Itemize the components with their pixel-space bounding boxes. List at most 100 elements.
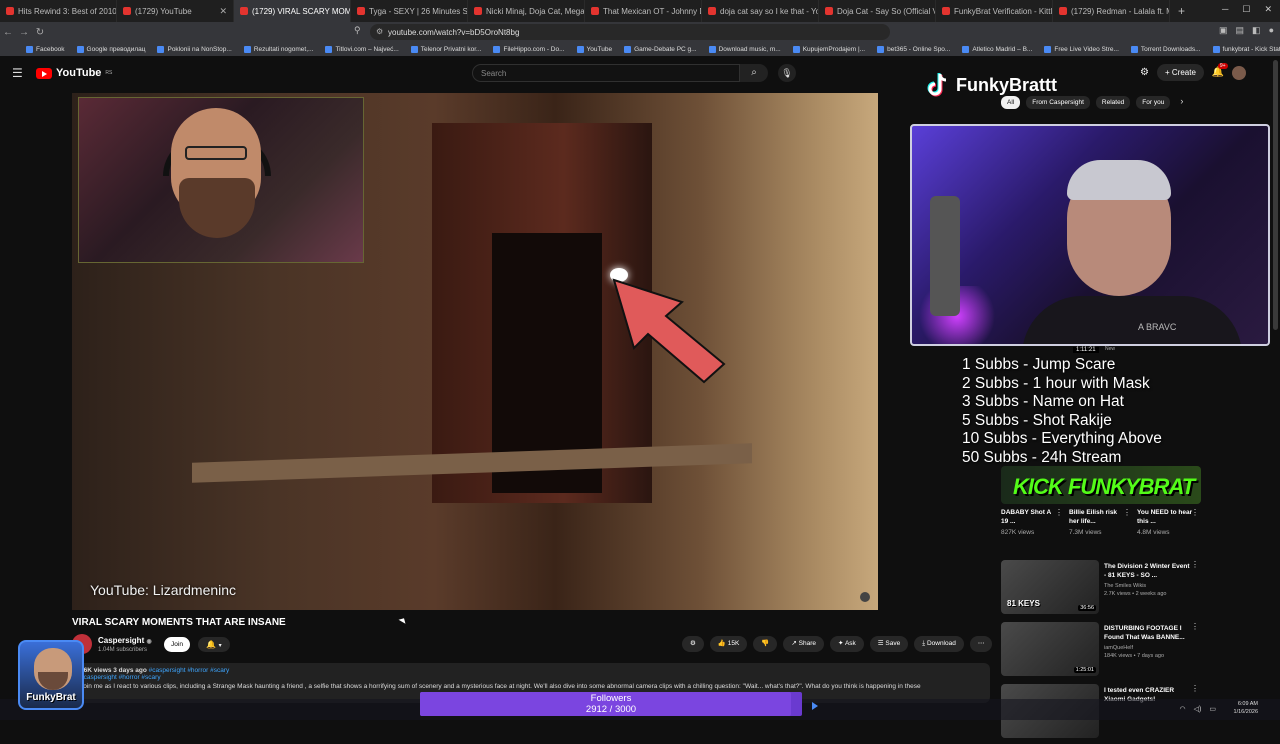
bookmark-item[interactable]: Facebook: [26, 45, 65, 53]
channel-name[interactable]: Caspersight ◉: [98, 636, 152, 645]
maximize-icon[interactable]: ☐: [1242, 4, 1250, 15]
funkybrat-badge: FunkyBrat: [18, 640, 84, 710]
like-button[interactable]: 👍 15K: [709, 636, 748, 652]
avatar[interactable]: [1232, 65, 1247, 80]
tab-title: FunkyBrat Verification - Kittl: [954, 6, 1053, 16]
more-options-icon[interactable]: ⋮: [1123, 508, 1131, 517]
hashtags[interactable]: #caspersight #horror #scary: [149, 667, 230, 674]
short-item[interactable]: You NEED to hear this ... 4.8M views ⋮: [1137, 508, 1199, 536]
bookmark-item[interactable]: Download music, m...: [708, 45, 781, 53]
followers-label: Followers: [590, 693, 632, 704]
bookmark-star-icon[interactable]: ⚲: [354, 25, 361, 36]
browser-tab[interactable]: FunkyBrat Verification - Kittl✕: [936, 0, 1053, 22]
bookmark-label: Telenor Privatni kor...: [420, 45, 482, 53]
search-input[interactable]: Search: [472, 64, 740, 82]
video-actions: ⚙ 👍 15K 👎 ↗ Share ✦ Ask ☰ Save ⤓ Downloa…: [682, 636, 993, 652]
ask-button[interactable]: ✦ Ask: [830, 636, 864, 652]
join-button[interactable]: Join: [164, 637, 190, 652]
recommended-video[interactable]: 1:25:01 DISTURBING FOOTAGE I Found That W…: [1001, 620, 1201, 682]
video-watermark: YouTube: Lizardmeninc: [90, 582, 237, 598]
tab-favicon-icon: [591, 7, 599, 15]
video-player[interactable]: YouTube: Lizardmeninc: [72, 93, 878, 610]
reload-icon[interactable]: ↻: [32, 27, 48, 38]
bookmark-item[interactable]: bet365 - Online Spo...: [877, 45, 950, 53]
bookmark-item[interactable]: YouTube: [576, 45, 612, 53]
channel-watermark-icon[interactable]: [860, 592, 870, 602]
filter-chip[interactable]: Related: [1095, 96, 1131, 109]
new-tab-button[interactable]: +: [1170, 4, 1193, 18]
filter-chip[interactable]: For you: [1136, 96, 1171, 109]
close-window-icon[interactable]: ✕: [1264, 4, 1272, 15]
profile-icon[interactable]: ●: [1269, 25, 1274, 36]
bookmark-item[interactable]: KupujemProdajem |...: [792, 45, 865, 53]
bookmark-item[interactable]: FileHippo.com - Do...: [493, 45, 565, 53]
chevron-right-icon[interactable]: ›: [1180, 96, 1183, 109]
browser-tab[interactable]: Doja Cat - Say So (Official Video)✕: [819, 0, 936, 22]
search-icon[interactable]: ⌕: [740, 64, 768, 82]
browser-tab[interactable]: That Mexican OT - Johnny Dang (I✕: [585, 0, 702, 22]
bookmark-item[interactable]: Rezultati nogomet,...: [243, 45, 313, 53]
cast-icon[interactable]: ⚙: [1140, 67, 1149, 78]
short-item[interactable]: DABABY Shot A 19 ... 827K views ⋮: [1001, 508, 1063, 536]
more-options-icon[interactable]: ⋮: [1191, 508, 1199, 517]
kick-banner[interactable]: KICK FUNKYBRAT: [1001, 466, 1201, 504]
browser-tab[interactable]: (1729) Redman - Lalala ft. Method✕: [1053, 0, 1170, 22]
tab-title: That Mexican OT - Johnny Dang (I: [603, 6, 701, 16]
browser-tab[interactable]: Tyga - SEXY | 26 Minutes Strst of Ty✕: [351, 0, 468, 22]
site-info-icon[interactable]: ⚙: [376, 27, 383, 36]
wifi-icon[interactable]: ◠: [1180, 705, 1186, 713]
page-scrollbar[interactable]: [1273, 60, 1278, 330]
bookmark-item[interactable]: Game-Debate PC g...: [624, 45, 697, 53]
youtube-logo[interactable]: YouTube RS: [36, 67, 112, 79]
bookmark-item[interactable]: Poklonii na NonStop...: [157, 45, 232, 53]
more-options-icon[interactable]: ⋮: [1191, 560, 1199, 569]
more-options-icon[interactable]: ⋮: [1055, 508, 1063, 517]
url-input[interactable]: ⚙ youtube.com/watch?v=bD5OroNt8bg: [370, 24, 890, 40]
extension-icon[interactable]: ◧: [1252, 25, 1261, 36]
browser-tab[interactable]: (1729) VIRAL SCARY MOM✕: [234, 0, 351, 22]
hashtags-line[interactable]: #caspersight #horror #scary: [80, 674, 982, 681]
battery-icon[interactable]: ▭: [1209, 705, 1216, 713]
notifications-bell-icon[interactable]: 🔔 9+: [1212, 63, 1228, 78]
filter-chip[interactable]: From Caspersight: [1026, 96, 1090, 109]
microphone-icon[interactable]: 🎙: [778, 64, 796, 82]
forward-icon[interactable]: →: [16, 27, 32, 38]
bookmark-item[interactable]: Titlovi.com – Najveć...: [325, 45, 399, 53]
recommended-video[interactable]: 81 KEYS 36:56 The Division 2 Winter Event …: [1001, 558, 1201, 620]
browser-tab[interactable]: Nicki Minaj, Doja Cat, Megan Thre✕: [468, 0, 585, 22]
extension-icon[interactable]: ▣: [1219, 25, 1228, 36]
hamburger-menu-icon[interactable]: ☰: [12, 66, 23, 80]
minimize-icon[interactable]: ─: [1222, 4, 1228, 15]
bookmark-item[interactable]: Torrent Downloads...: [1130, 45, 1201, 53]
system-clock[interactable]: 6:09 AM 1/16/2026: [1234, 700, 1258, 716]
video-thumbnail[interactable]: 1:25:01: [1001, 622, 1099, 676]
browser-tab[interactable]: (1729) YouTube ✕: [117, 0, 234, 22]
bookmark-label: Titlovi.com – Najveć...: [335, 45, 399, 53]
volume-icon[interactable]: ◁): [1194, 705, 1202, 713]
bookmark-item[interactable]: funkybrat - Kick Stat...: [1212, 45, 1280, 53]
recommendation-chips: All From Caspersight Related For you ›: [1001, 96, 1183, 109]
video-thumbnail[interactable]: 81 KEYS 36:56: [1001, 560, 1099, 614]
tab-close-icon[interactable]: ✕: [219, 6, 227, 17]
short-item[interactable]: Billie Eilish risk her life... 7.3M views…: [1069, 508, 1131, 536]
more-options-icon[interactable]: ⋯: [969, 636, 993, 652]
bookmark-label: FileHippo.com - Do...: [503, 45, 565, 53]
bookmark-item[interactable]: Google преводилац: [76, 45, 145, 53]
dislike-button[interactable]: 👎: [753, 636, 778, 652]
extension-icon[interactable]: ▤: [1236, 25, 1245, 36]
share-button[interactable]: ↗ Share: [783, 636, 825, 652]
bookmark-item[interactable]: Atletico Madrid – B...: [962, 45, 1032, 53]
more-options-icon[interactable]: ⋮: [1191, 622, 1199, 631]
download-button[interactable]: ⤓ Download: [914, 636, 964, 652]
save-button[interactable]: ☰ Save: [869, 636, 909, 652]
filter-chip[interactable]: All: [1001, 96, 1021, 109]
bookmark-item[interactable]: Free Live Video Stre...: [1044, 45, 1119, 53]
more-options-icon[interactable]: ⋮: [1191, 684, 1199, 693]
create-button[interactable]: + Create: [1156, 64, 1204, 81]
browser-tab[interactable]: Hits Rewind 3: Best of 2010's Hip✕: [0, 0, 117, 22]
back-icon[interactable]: ←: [0, 27, 16, 38]
sponsor-icon[interactable]: ⚙: [682, 636, 704, 652]
browser-tab[interactable]: doja cat say so I ke that - YouTube✕: [702, 0, 819, 22]
bookmark-item[interactable]: Telenor Privatni kor...: [410, 45, 482, 53]
subscribe-bell-button[interactable]: 🔔 ▾: [198, 637, 230, 652]
